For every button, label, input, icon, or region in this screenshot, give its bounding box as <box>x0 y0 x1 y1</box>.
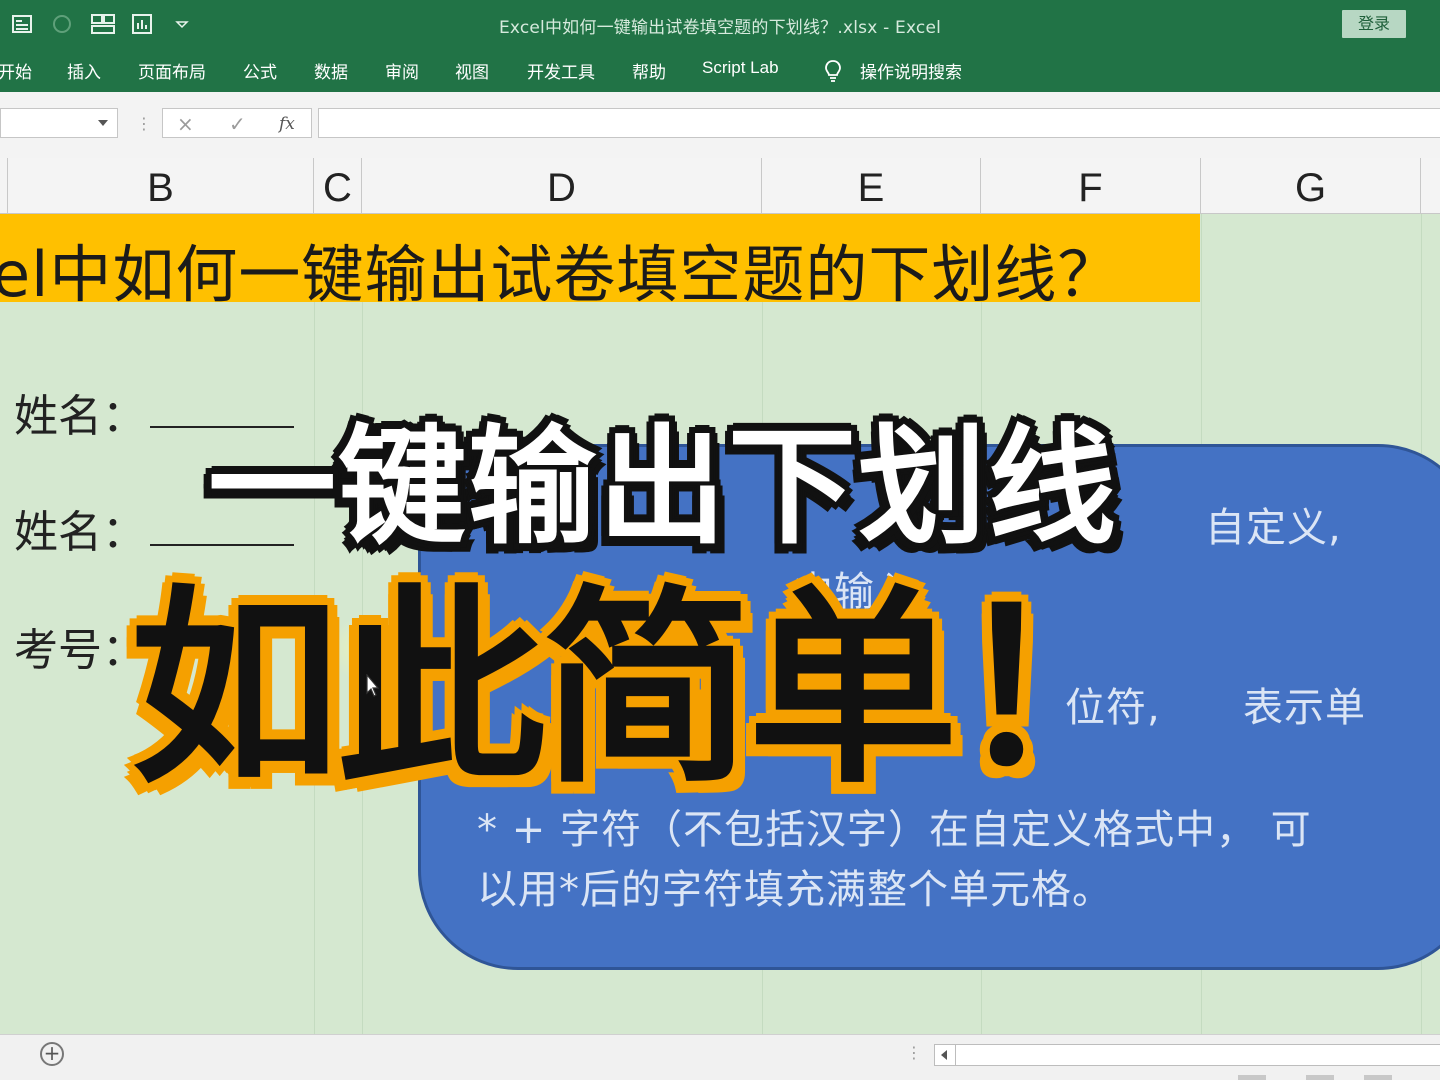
tab-insert[interactable]: 插入 <box>67 58 101 83</box>
tab-view[interactable]: 视图 <box>455 58 489 83</box>
add-sheet-icon[interactable]: + <box>40 1042 64 1066</box>
tab-splitter-icon[interactable]: ⋮ <box>906 1043 922 1062</box>
mouse-cursor-icon <box>366 674 380 697</box>
callout-text: 表示单 <box>1243 685 1366 731</box>
scroll-left-icon[interactable] <box>941 1050 947 1060</box>
sheet-title: el中如何一键输出试卷填空题的下划线？ <box>0 238 1121 311</box>
caption-line-2: 如此简单！ <box>130 567 1164 812</box>
formula-input[interactable] <box>318 108 1440 138</box>
tab-script-lab[interactable]: Script Lab <box>702 58 779 78</box>
tab-help[interactable]: 帮助 <box>632 58 666 83</box>
chevron-down-icon[interactable] <box>98 120 108 126</box>
title-bar: Excel中如何一键输出试卷填空题的下划线？.xlsx - Excel 登录 <box>0 0 1440 48</box>
column-header-b[interactable]: B <box>8 158 314 214</box>
column-header-f[interactable]: F <box>981 158 1201 214</box>
login-button[interactable]: 登录 <box>1342 10 1406 38</box>
name-field-label-2: 姓名： <box>14 507 146 558</box>
callout-text: 以用*后的字符填充满整个单元格。 <box>477 867 1113 913</box>
tab-data[interactable]: 数据 <box>314 58 348 83</box>
page-break-view-icon[interactable] <box>1364 1075 1392 1080</box>
column-header-a[interactable] <box>0 158 8 214</box>
tab-review[interactable]: 审阅 <box>385 58 419 83</box>
exam-number-label: 考号： <box>14 625 146 676</box>
tell-me-search[interactable]: 操作说明搜索 <box>860 58 962 83</box>
tab-developer[interactable]: 开发工具 <box>527 58 595 83</box>
title-cell[interactable]: el中如何一键输出试卷填空题的下划线？ <box>0 214 1200 311</box>
column-header-d[interactable]: D <box>362 158 762 214</box>
formula-buttons: × ✓ fx <box>162 108 312 138</box>
normal-view-icon[interactable] <box>1238 1075 1266 1080</box>
column-header-e[interactable]: E <box>762 158 981 214</box>
document-title: Excel中如何一键输出试卷填空题的下划线？.xlsx - Excel <box>498 18 942 38</box>
lightbulb-icon <box>825 60 841 82</box>
caption-line-1: 一键输出下划线 <box>208 413 1119 562</box>
ribbon-tabs: 开始 插入 页面布局 公式 数据 审阅 视图 开发工具 帮助 Script La… <box>0 48 1440 92</box>
column-header-g[interactable]: G <box>1201 158 1421 214</box>
column-headers: B C D E F G <box>0 158 1440 214</box>
page-layout-view-icon[interactable] <box>1306 1075 1334 1080</box>
cancel-icon[interactable]: × <box>177 112 194 136</box>
tab-home[interactable]: 开始 <box>0 58 32 83</box>
drag-handle-icon[interactable]: ⋮ <box>136 114 152 133</box>
sheet-tab-bar: + ⋮ <box>0 1034 1440 1080</box>
insert-function-icon[interactable]: fx <box>279 114 295 134</box>
name-box[interactable] <box>0 108 118 138</box>
horizontal-scrollbar[interactable] <box>934 1044 1440 1066</box>
name-field-label: 姓名： <box>14 391 146 442</box>
tab-formulas[interactable]: 公式 <box>243 58 277 83</box>
formula-bar-area: ⋮ × ✓ fx <box>0 92 1440 158</box>
enter-icon[interactable]: ✓ <box>229 112 246 136</box>
column-header-c[interactable]: C <box>314 158 362 214</box>
tab-page-layout[interactable]: 页面布局 <box>138 58 206 83</box>
callout-text: 自定义, <box>1205 505 1342 551</box>
